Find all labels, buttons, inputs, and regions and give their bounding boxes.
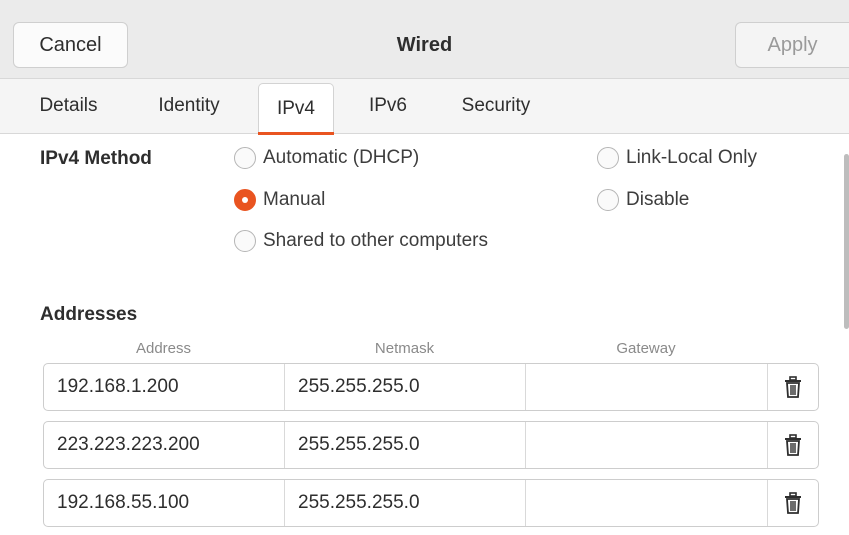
apply-button[interactable]: Apply — [735, 22, 849, 68]
vertical-scrollbar[interactable] — [844, 154, 849, 329]
delete-address-button[interactable] — [768, 480, 818, 526]
radio-indicator — [597, 147, 619, 169]
ipv4-settings-panel: IPv4 Method Automatic (DHCP) Manual Shar… — [0, 134, 849, 535]
header-bar: Cancel Wired Apply — [0, 0, 849, 79]
radio-shared[interactable]: Shared to other computers — [234, 230, 488, 252]
gateway-input[interactable] — [526, 364, 768, 410]
radio-indicator — [234, 147, 256, 169]
address-row: 192.168.55.100 255.255.255.0 — [43, 479, 819, 527]
column-header-gateway: Gateway — [616, 340, 676, 357]
radio-disable[interactable]: Disable — [597, 189, 689, 211]
radio-label: Shared to other computers — [263, 230, 488, 251]
tab-details[interactable]: Details — [20, 79, 117, 133]
radio-indicator-checked — [234, 189, 256, 211]
radio-link-local-only[interactable]: Link-Local Only — [597, 147, 757, 169]
ipv4-method-label: IPv4 Method — [40, 148, 152, 169]
address-row: 223.223.223.200 255.255.255.0 — [43, 421, 819, 469]
column-header-address: Address — [135, 340, 192, 357]
window-title: Wired — [396, 34, 453, 56]
gateway-input[interactable] — [526, 480, 768, 526]
address-row: 192.168.1.200 255.255.255.0 — [43, 363, 819, 411]
radio-indicator — [597, 189, 619, 211]
column-header-netmask: Netmask — [374, 340, 435, 357]
delete-address-button[interactable] — [768, 364, 818, 410]
trash-icon — [785, 376, 801, 398]
radio-label: Link-Local Only — [626, 147, 757, 168]
address-input[interactable]: 192.168.1.200 — [44, 364, 285, 410]
radio-label: Disable — [626, 189, 690, 210]
tab-security[interactable]: Security — [441, 79, 551, 133]
tab-ipv6[interactable]: IPv6 — [352, 79, 424, 133]
address-input[interactable]: 223.223.223.200 — [44, 422, 285, 468]
radio-label: Manual — [263, 189, 326, 210]
address-input[interactable]: 192.168.55.100 — [44, 480, 285, 526]
netmask-input[interactable]: 255.255.255.0 — [285, 364, 526, 410]
netmask-input[interactable]: 255.255.255.0 — [285, 480, 526, 526]
radio-automatic-dhcp[interactable]: Automatic (DHCP) — [234, 147, 419, 169]
gateway-input[interactable] — [526, 422, 768, 468]
radio-label: Automatic (DHCP) — [263, 147, 420, 168]
tab-bar: Details Identity IPv4 IPv6 Security — [0, 79, 849, 135]
delete-address-button[interactable] — [768, 422, 818, 468]
radio-manual[interactable]: Manual — [234, 189, 325, 211]
addresses-label: Addresses — [40, 304, 138, 325]
netmask-input[interactable]: 255.255.255.0 — [285, 422, 526, 468]
trash-icon — [785, 434, 801, 456]
trash-icon — [785, 492, 801, 514]
tab-ipv4[interactable]: IPv4 — [258, 83, 334, 135]
tab-identity[interactable]: Identity — [137, 79, 241, 133]
radio-indicator — [234, 230, 256, 252]
